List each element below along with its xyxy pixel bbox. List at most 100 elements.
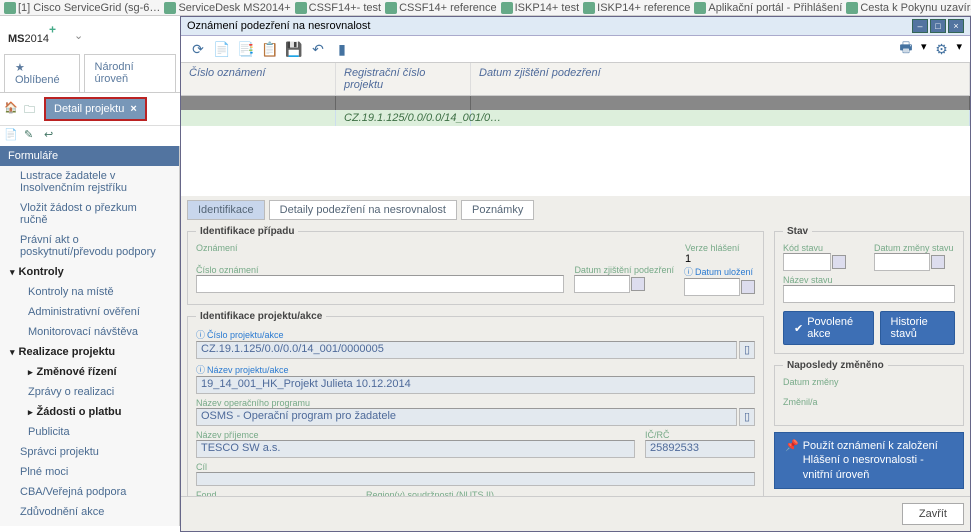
minimize-button[interactable]: – <box>912 19 928 33</box>
tab-poznamky[interactable]: Poznámky <box>461 200 534 220</box>
logo-row: MS2014+ ⌄ <box>0 16 180 54</box>
col-cislo-oznameni[interactable]: Číslo oznámení <box>181 63 336 95</box>
cislo-oznameni-input[interactable] <box>196 275 564 293</box>
zavrit-button[interactable]: Zavřít <box>902 503 964 525</box>
sidebar-item[interactable]: Plné moci <box>0 462 179 482</box>
fieldset-identifikace-pripadu: Identifikace případu Oznámení Verze hláš… <box>187 226 764 305</box>
fieldset-identifikace-projektu: Identifikace projektu/akce Číslo projekt… <box>187 311 764 496</box>
app-logo: MS2014+ <box>8 22 56 48</box>
grid-row[interactable]: CZ.19.1.125/0.0/0.0/14_001/0… <box>181 110 970 126</box>
sidebar-item[interactable]: Změnové řízení <box>0 362 179 382</box>
grid-header: Číslo oznámení Registrační číslo projekt… <box>181 63 970 96</box>
povolene-akce-button[interactable]: ✔ Povolené akce <box>783 311 874 345</box>
sidebar-item[interactable]: Realizace projektu <box>0 342 179 362</box>
calendar-icon[interactable] <box>631 277 645 291</box>
tab-icon <box>694 2 706 14</box>
browser-tab[interactable]: Cesta k Pokynu uzavírání … <box>846 2 971 14</box>
browser-tab[interactable]: ServiceDesk MS2014+ <box>164 2 290 14</box>
undo-icon[interactable]: ↶ <box>309 40 327 58</box>
fieldset-stav: Stav Kód stavu Datum změny stavu Název s… <box>774 226 964 354</box>
lookup-button[interactable]: ▯ <box>739 408 755 426</box>
maximize-button[interactable]: □ <box>930 19 946 33</box>
pin-icon: 📌 <box>785 439 799 453</box>
historie-stavu-button[interactable]: Historie stavů <box>880 311 955 345</box>
sidebar-item[interactable]: Zprávy o realizaci <box>0 382 179 402</box>
calendar-icon[interactable] <box>931 255 945 269</box>
modal-window: Oznámení podezření na nesrovnalost – □ ×… <box>180 16 971 532</box>
window-title: Oznámení podezření na nesrovnalost <box>187 20 370 32</box>
sidebar-item[interactable]: Administrativní ověření <box>0 302 179 322</box>
col-datum-zjisteni[interactable]: Datum zjištění podezření <box>471 63 970 95</box>
page-icon[interactable]: ▮ <box>333 40 351 58</box>
left-panel: MS2014+ ⌄ ★ Oblíbené Národní úroveň 🏠 🗀 … <box>0 16 180 532</box>
browser-tab[interactable]: CSSF14+- test <box>295 2 381 14</box>
close-button[interactable]: × <box>948 19 964 33</box>
sidebar-item[interactable]: Monitorovací návštěva <box>0 322 179 342</box>
tool-icon[interactable]: 📄 <box>4 128 20 144</box>
tab-icon <box>583 2 595 14</box>
browser-tab[interactable]: [1] Cisco ServiceGrid (sg-6… <box>4 2 160 14</box>
lookup-button[interactable]: ▯ <box>739 341 755 359</box>
tab-identifikace[interactable]: Identifikace <box>187 200 265 220</box>
cislo-projektu-input[interactable]: CZ.19.1.125/0.0/0.0/14_001/0000005 <box>196 341 737 359</box>
tab-icon <box>501 2 513 14</box>
tab-national[interactable]: Národní úroveň <box>84 54 176 92</box>
browser-tab[interactable]: CSSF14+ reference <box>385 2 497 14</box>
sidebar: Formuláře Lustrace žadatele v Insolvenčn… <box>0 146 180 526</box>
tab-icon <box>385 2 397 14</box>
calendar-icon[interactable] <box>741 280 755 294</box>
browser-tab[interactable]: ISKP14+ reference <box>583 2 690 14</box>
new-icon[interactable]: 📄 <box>213 40 231 58</box>
refresh-icon[interactable]: ⟳ <box>189 40 207 58</box>
browser-tab-strip: [1] Cisco ServiceGrid (sg-6… ServiceDesk… <box>0 0 971 16</box>
edit-icon[interactable]: 📋 <box>261 40 279 58</box>
browser-tab[interactable]: ISKP14+ test <box>501 2 580 14</box>
tool-icon[interactable]: ↩ <box>44 128 60 144</box>
sidebar-item[interactable]: Kontroly <box>0 262 179 282</box>
tool-icon[interactable]: ✎ <box>24 128 40 144</box>
folder-icon[interactable]: 🗀 <box>24 101 40 117</box>
tab-icon <box>846 2 858 14</box>
home-icon[interactable]: 🏠 <box>4 101 20 117</box>
print-icon[interactable]: 🖶 <box>897 40 915 58</box>
save-icon[interactable]: 💾 <box>285 40 303 58</box>
nazev-stavu-input <box>783 285 955 303</box>
tab-icon <box>4 2 16 14</box>
nazev-projektu-input: 19_14_001_HK_Projekt Julieta 10.12.2014 <box>196 376 755 394</box>
tab-icon <box>164 2 176 14</box>
settings-icon[interactable]: ⚙ <box>932 40 950 58</box>
cil-input <box>196 472 755 486</box>
browser-tab[interactable]: Aplikační portál - Přihlášení <box>694 2 842 14</box>
tab-icon <box>295 2 307 14</box>
sidebar-item[interactable]: Správci projektu <box>0 442 179 462</box>
sidebar-item[interactable]: CBA/Veřejná podpora <box>0 482 179 502</box>
grid-body <box>181 126 970 196</box>
col-reg-cislo[interactable]: Registrační číslo projektu <box>336 63 471 95</box>
sidebar-item[interactable]: Vložit žádost o přezkum ručně <box>0 198 179 230</box>
close-icon[interactable]: × <box>130 103 136 115</box>
kod-stavu-input <box>783 253 831 271</box>
sidebar-item[interactable]: Žádosti o platbu <box>0 402 179 422</box>
prijemce-input: TESCO SW a.s. <box>196 440 635 458</box>
datum-ulozeni-input[interactable] <box>684 278 740 296</box>
pouzit-oznameni-button[interactable]: 📌 Použít oznámení k založeníHlášení o ne… <box>774 432 964 489</box>
tab-detaily[interactable]: Detaily podezření na nesrovnalost <box>269 200 457 220</box>
op-input: OSMS - Operační program pro žadatele <box>196 408 737 426</box>
breadcrumb-detail-projektu[interactable]: Detail projektu× <box>44 97 147 121</box>
sidebar-header: Formuláře <box>0 146 179 166</box>
verze-value: 1 <box>685 253 755 265</box>
chevron-down-icon[interactable]: ⌄ <box>74 29 83 42</box>
lookup-icon[interactable] <box>832 255 846 269</box>
sidebar-item[interactable]: Zdůvodnění akce <box>0 502 179 516</box>
sidebar-item[interactable]: Právní akt o poskytnutí/převodu podpory <box>0 230 179 262</box>
tab-favourites[interactable]: ★ Oblíbené <box>4 54 80 92</box>
grid-filter-row[interactable] <box>181 96 970 110</box>
sidebar-item[interactable]: Lustrace žadatele v Insolvenčním rejstří… <box>0 166 179 198</box>
datum-zjisteni-input[interactable] <box>574 275 630 293</box>
sidebar-item[interactable]: Kontroly na místě <box>0 282 179 302</box>
fieldset-naposledy-zmeneno: Naposledy změněno Datum změny Změnil/a <box>774 360 964 426</box>
copy-icon[interactable]: 📑 <box>237 40 255 58</box>
datum-zmeny-input <box>874 253 930 271</box>
ic-input: 25892533 <box>645 440 755 458</box>
sidebar-item[interactable]: Publicita <box>0 422 179 442</box>
